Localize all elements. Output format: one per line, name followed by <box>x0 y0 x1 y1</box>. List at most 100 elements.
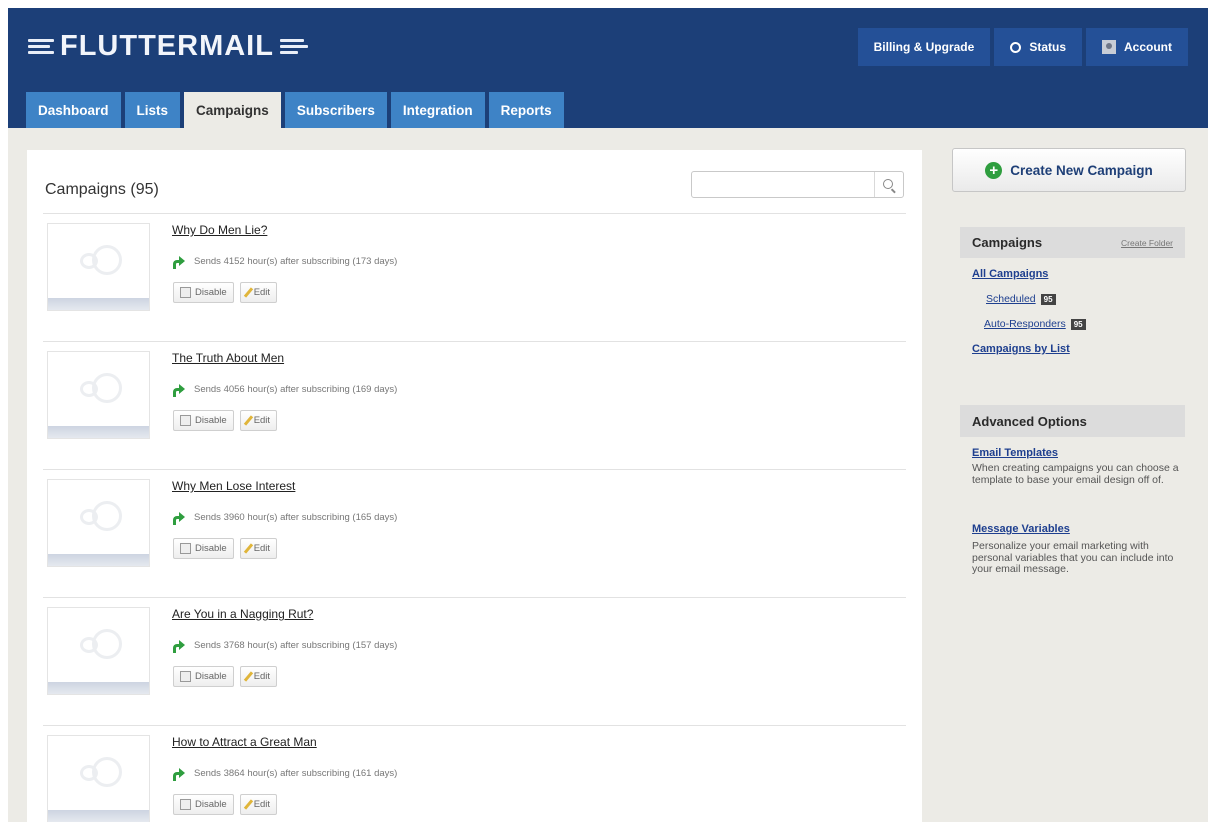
disable-icon <box>180 799 191 810</box>
campaign-title-link[interactable]: Why Do Men Lie? <box>172 223 267 237</box>
pencil-icon <box>243 543 253 554</box>
disable-button[interactable]: Disable <box>173 282 234 303</box>
campaign-title-link[interactable]: Why Men Lose Interest <box>172 479 295 493</box>
forward-arrow-icon <box>172 255 186 269</box>
status-label: Status <box>1029 40 1066 54</box>
billing-upgrade-button[interactable]: Billing & Upgrade <box>857 28 991 66</box>
campaign-schedule-text: Sends 3960 hour(s) after subscribing (16… <box>194 511 398 523</box>
campaign-title-link[interactable]: Are You in a Nagging Rut? <box>172 607 313 621</box>
plus-circle-icon: + <box>985 161 1003 179</box>
email-templates-description: When creating campaigns you can choose a… <box>972 462 1179 486</box>
logo-left-bars-icon <box>28 38 54 54</box>
thumbnail-stripe <box>48 554 149 566</box>
campaign-title-link[interactable]: The Truth About Men <box>172 351 284 365</box>
advanced-options-label: Advanced Options <box>972 413 1087 429</box>
tab-reports[interactable]: Reports <box>488 92 564 128</box>
search-icon <box>883 178 893 189</box>
search-button[interactable] <box>874 172 903 197</box>
edit-label: Edit <box>253 543 271 554</box>
forward-arrow-icon <box>172 767 186 781</box>
campaign-schedule: Sends 4056 hour(s) after subscribing (16… <box>172 383 397 397</box>
edit-button[interactable]: Edit <box>239 666 278 687</box>
tab-campaigns[interactable]: Campaigns <box>184 92 281 129</box>
advanced-options-heading: Advanced Options <box>960 405 1185 437</box>
disable-button[interactable]: Disable <box>173 794 234 815</box>
campaign-schedule-text: Sends 4152 hour(s) after subscribing (17… <box>194 255 398 267</box>
placeholder-logo-icon <box>80 501 126 531</box>
disable-icon <box>180 287 191 298</box>
campaign-row: Are You in a Nagging Rut? Sends 3768 hou… <box>43 597 906 725</box>
placeholder-logo-icon <box>80 373 126 403</box>
thumbnail-stripe <box>48 426 149 438</box>
disable-icon <box>180 543 191 554</box>
disable-button[interactable]: Disable <box>173 410 234 431</box>
edit-button[interactable]: Edit <box>239 538 278 559</box>
edit-button[interactable]: Edit <box>239 794 278 815</box>
status-button[interactable]: Status <box>994 28 1082 66</box>
forward-arrow-icon <box>172 639 186 653</box>
edit-label: Edit <box>253 287 271 298</box>
placeholder-logo-icon <box>80 757 126 787</box>
edit-button[interactable]: Edit <box>239 410 278 431</box>
campaigns-panel: Campaigns (95) Why Do Men Lie? Sends 415… <box>27 150 922 822</box>
campaign-actions: Disable Edit <box>173 410 278 431</box>
campaign-schedule-text: Sends 3768 hour(s) after subscribing (15… <box>194 639 398 651</box>
forward-arrow-icon <box>172 511 186 525</box>
edit-button[interactable]: Edit <box>239 282 278 303</box>
tab-lists[interactable]: Lists <box>124 92 181 128</box>
disable-label: Disable <box>195 543 227 554</box>
pencil-icon <box>243 415 253 426</box>
campaign-row: How to Attract a Great Man Sends 3864 ho… <box>43 725 906 822</box>
account-button[interactable]: Account <box>1086 28 1188 66</box>
auto-responders-label: Auto-Responders <box>984 318 1066 330</box>
search-input[interactable] <box>691 171 904 198</box>
campaign-title-link[interactable]: How to Attract a Great Man <box>172 735 317 749</box>
campaign-thumbnail[interactable] <box>47 607 150 695</box>
email-templates-link[interactable]: Email Templates <box>972 447 1058 459</box>
logo[interactable]: FLUTTERMAIL <box>28 26 308 66</box>
edit-label: Edit <box>253 671 271 682</box>
disable-label: Disable <box>195 799 227 810</box>
campaign-thumbnail[interactable] <box>47 735 150 822</box>
campaign-list: Why Do Men Lie? Sends 4152 hour(s) after… <box>43 213 906 822</box>
message-variables-link[interactable]: Message Variables <box>972 523 1070 535</box>
tab-dashboard[interactable]: Dashboard <box>26 92 121 128</box>
thumbnail-stripe <box>48 682 149 694</box>
app-header: FLUTTERMAIL Billing & Upgrade Status Acc… <box>8 8 1208 129</box>
create-new-campaign-label: Create New Campaign <box>1010 162 1153 178</box>
scheduled-link[interactable]: Scheduled 95 <box>986 293 1056 305</box>
thumbnail-stripe <box>48 298 149 310</box>
campaign-thumbnail[interactable] <box>47 223 150 311</box>
campaigns-by-list-link[interactable]: Campaigns by List <box>972 343 1070 355</box>
top-nav: Billing & Upgrade Status Account <box>857 28 1188 66</box>
placeholder-logo-icon <box>80 245 126 275</box>
campaign-actions: Disable Edit <box>173 794 278 815</box>
page-title: Campaigns (95) <box>45 181 159 198</box>
all-campaigns-link[interactable]: All Campaigns <box>972 268 1048 280</box>
edit-label: Edit <box>253 799 271 810</box>
pencil-icon <box>243 671 253 682</box>
placeholder-logo-icon <box>80 629 126 659</box>
campaign-actions: Disable Edit <box>173 538 278 559</box>
campaign-actions: Disable Edit <box>173 282 278 303</box>
disable-icon <box>180 671 191 682</box>
pencil-icon <box>243 799 253 810</box>
campaign-schedule: Sends 4152 hour(s) after subscribing (17… <box>172 255 398 269</box>
campaign-thumbnail[interactable] <box>47 479 150 567</box>
scheduled-label: Scheduled <box>986 293 1036 305</box>
campaign-schedule: Sends 3864 hour(s) after subscribing (16… <box>172 767 397 781</box>
campaigns-sidebar-heading: Campaigns Create Folder <box>960 227 1185 258</box>
tab-subscribers[interactable]: Subscribers <box>284 92 387 128</box>
auto-responders-count-badge: 95 <box>1070 318 1086 330</box>
auto-responders-link[interactable]: Auto-Responders 95 <box>984 318 1086 330</box>
logo-right-bars-icon <box>279 38 308 54</box>
tab-integration[interactable]: Integration <box>390 92 485 128</box>
disable-button[interactable]: Disable <box>173 538 234 559</box>
thumbnail-stripe <box>48 810 149 822</box>
create-new-campaign-button[interactable]: + Create New Campaign <box>952 148 1186 192</box>
billing-upgrade-label: Billing & Upgrade <box>873 40 975 54</box>
disable-label: Disable <box>195 671 227 682</box>
create-folder-link[interactable]: Create Folder <box>1121 238 1173 248</box>
campaign-thumbnail[interactable] <box>47 351 150 439</box>
disable-button[interactable]: Disable <box>173 666 234 687</box>
